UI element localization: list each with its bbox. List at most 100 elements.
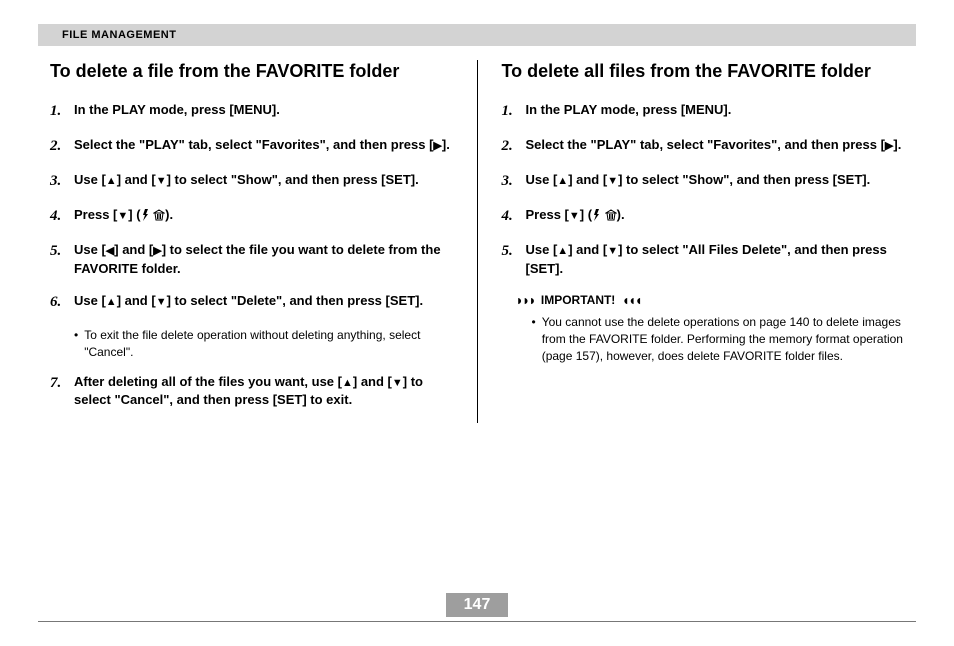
left-steps-cont: 7. After deleting all of the files you w… [50, 373, 453, 410]
section-header-text: FILE MANAGEMENT [62, 29, 176, 41]
flash-icon [141, 207, 150, 222]
step-text: In the PLAY mode, press [MENU]. [526, 101, 905, 122]
step-text: Press [▼] ( ). [526, 206, 905, 227]
bullet-icon: • [532, 314, 536, 364]
step-text: After deleting all of the files you want… [74, 373, 453, 410]
flash-icon [592, 207, 601, 222]
text-fragment: ] and [ [114, 242, 153, 257]
down-arrow-icon: ▼ [392, 376, 403, 391]
section-header-bar: FILE MANAGEMENT [38, 24, 916, 46]
text-fragment: ] and [ [568, 242, 607, 257]
step-1: 1. In the PLAY mode, press [MENU]. [502, 101, 905, 122]
step-number: 7. [50, 373, 70, 410]
up-arrow-icon: ▲ [342, 376, 353, 391]
text-fragment: ] ( [128, 207, 140, 222]
down-arrow-icon: ▼ [607, 244, 618, 259]
down-arrow-icon: ▼ [156, 295, 167, 310]
right-column: To delete all files from the FAVORITE fo… [484, 60, 923, 423]
step-number: 4. [502, 206, 522, 227]
step-text: Press [▼] ( ). [74, 206, 453, 227]
step-text: Select the "PLAY" tab, select "Favorites… [526, 136, 905, 157]
step-3: 3. Use [▲] and [▼] to select "Show", and… [502, 171, 905, 192]
text-fragment: ). [165, 207, 173, 222]
footer-rule [38, 621, 916, 622]
content-columns: To delete a file from the FAVORITE folde… [32, 60, 922, 423]
right-arrow-icon: ▶ [153, 244, 161, 259]
left-steps: 1. In the PLAY mode, press [MENU]. 2. Se… [50, 101, 453, 313]
left-column: To delete a file from the FAVORITE folde… [32, 60, 471, 423]
text-fragment: Use [ [74, 293, 106, 308]
step-5: 5. Use [▲] and [▼] to select "All Files … [502, 241, 905, 278]
manual-page: FILE MANAGEMENT To delete a file from th… [0, 0, 954, 646]
important-right-marker-icon: ◖◖◖ [621, 292, 640, 308]
text-fragment: Press [ [74, 207, 117, 222]
up-arrow-icon: ▲ [557, 244, 568, 259]
step-number: 5. [50, 241, 70, 278]
step-text: Use [▲] and [▼] to select "Show", and th… [74, 171, 453, 192]
column-divider [477, 60, 478, 423]
page-footer: 147 [0, 593, 954, 622]
text-fragment: ] and [ [568, 172, 607, 187]
step-number: 3. [502, 171, 522, 192]
important-left-marker-icon: ◗◗◗ [516, 292, 535, 308]
important-note: • You cannot use the delete operations o… [532, 314, 905, 364]
important-note-text: You cannot use the delete operations on … [542, 314, 904, 364]
text-fragment: Use [ [526, 242, 558, 257]
text-fragment: ] and [ [117, 293, 156, 308]
step-4: 4. Press [▼] ( ). [502, 206, 905, 227]
up-arrow-icon: ▲ [106, 174, 117, 189]
step-number: 2. [502, 136, 522, 157]
step-number: 6. [50, 292, 70, 313]
text-fragment: ] and [ [117, 172, 156, 187]
text-fragment: ] to select "Show", and then press [SET]… [618, 172, 870, 187]
bullet-icon: • [74, 327, 78, 361]
text-fragment: Use [ [526, 172, 558, 187]
step-text: In the PLAY mode, press [MENU]. [74, 101, 453, 122]
text-fragment: Select the "PLAY" tab, select "Favorites… [74, 137, 433, 152]
right-arrow-icon: ▶ [433, 139, 441, 154]
step-number: 5. [502, 241, 522, 278]
step-text: Use [▲] and [▼] to select "Show", and th… [526, 171, 905, 192]
right-steps: 1. In the PLAY mode, press [MENU]. 2. Se… [502, 101, 905, 278]
step-4: 4. Press [▼] ( ). [50, 206, 453, 227]
text-fragment: Use [ [74, 172, 106, 187]
step-number: 1. [502, 101, 522, 122]
text-fragment: ]. [893, 137, 901, 152]
left-arrow-icon: ◀ [106, 244, 114, 259]
important-heading: ◗◗◗ IMPORTANT! ◖◖◖ [516, 292, 905, 308]
text-fragment: ] to select "Delete", and then press [SE… [167, 293, 424, 308]
text-fragment: After deleting all of the files you want… [74, 374, 342, 389]
step-5: 5. Use [◀] and [▶] to select the file yo… [50, 241, 453, 278]
page-number: 147 [446, 593, 509, 617]
step-3: 3. Use [▲] and [▼] to select "Show", and… [50, 171, 453, 192]
down-arrow-icon: ▼ [117, 209, 128, 224]
up-arrow-icon: ▲ [557, 174, 568, 189]
trash-icon [153, 207, 165, 222]
up-arrow-icon: ▲ [106, 295, 117, 310]
left-title: To delete a file from the FAVORITE folde… [50, 60, 453, 83]
down-arrow-icon: ▼ [607, 174, 618, 189]
step-2: 2. Select the "PLAY" tab, select "Favori… [50, 136, 453, 157]
text-fragment: ]. [442, 137, 450, 152]
step-2: 2. Select the "PLAY" tab, select "Favori… [502, 136, 905, 157]
right-title: To delete all files from the FAVORITE fo… [502, 60, 905, 83]
step-text: Select the "PLAY" tab, select "Favorites… [74, 136, 453, 157]
down-arrow-icon: ▼ [156, 174, 167, 189]
down-arrow-icon: ▼ [569, 209, 580, 224]
text-fragment: ] ( [580, 207, 592, 222]
step-number: 2. [50, 136, 70, 157]
text-fragment: Use [ [74, 242, 106, 257]
trash-icon [605, 207, 617, 222]
text-fragment: Press [ [526, 207, 569, 222]
step-number: 3. [50, 171, 70, 192]
text-fragment: ] to select "Show", and then press [SET]… [167, 172, 419, 187]
step-text: Use [◀] and [▶] to select the file you w… [74, 241, 453, 278]
step-number: 1. [50, 101, 70, 122]
step-7: 7. After deleting all of the files you w… [50, 373, 453, 410]
step-6-note: • To exit the file delete operation with… [74, 327, 453, 361]
text-fragment: ] and [ [353, 374, 392, 389]
step-6: 6. Use [▲] and [▼] to select "Delete", a… [50, 292, 453, 313]
step-number: 4. [50, 206, 70, 227]
step-text: Use [▲] and [▼] to select "Delete", and … [74, 292, 453, 313]
step-1: 1. In the PLAY mode, press [MENU]. [50, 101, 453, 122]
